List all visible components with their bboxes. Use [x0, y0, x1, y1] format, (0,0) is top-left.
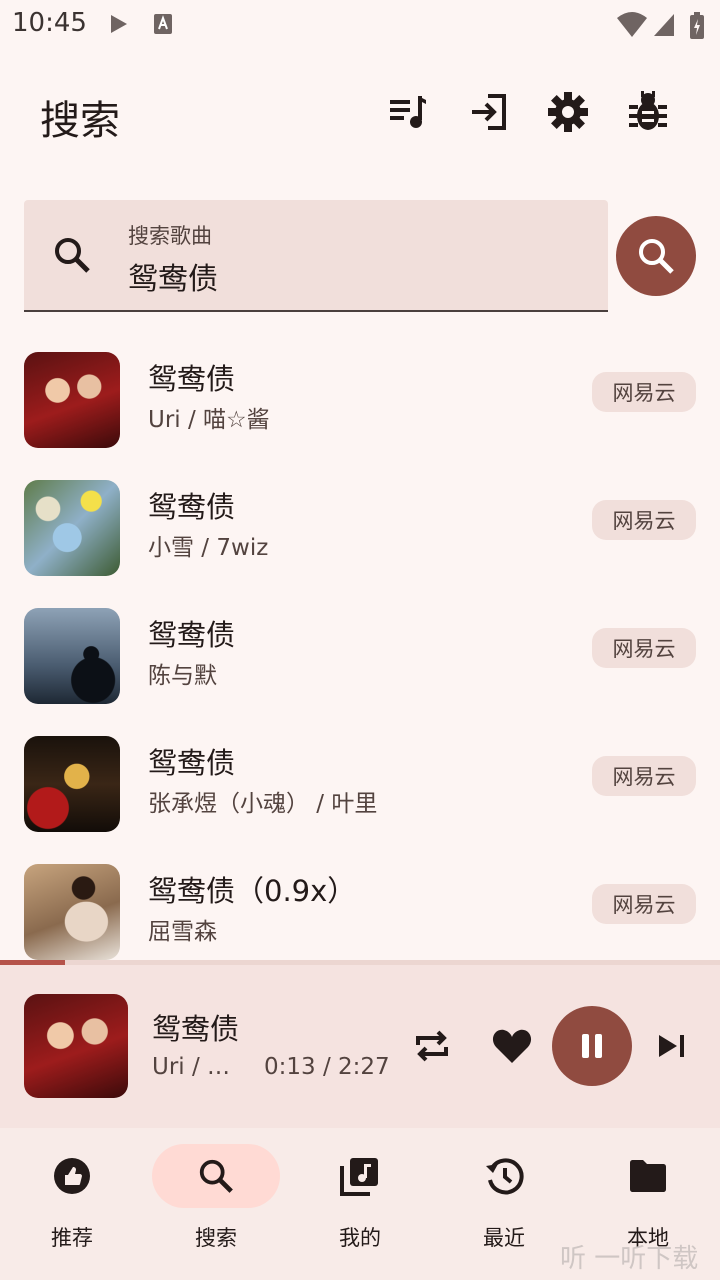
song-title: 鸳鸯债: [148, 746, 236, 780]
now-playing-cover: [24, 994, 128, 1098]
search-icon: [199, 1159, 233, 1193]
gear-icon: [548, 92, 588, 132]
progress-track[interactable]: [0, 960, 720, 965]
nav-label: 搜索: [195, 1226, 237, 1250]
source-badge: 网易云: [592, 628, 696, 668]
song-artist: 陈与默: [148, 663, 217, 689]
favorite-button[interactable]: [490, 1024, 534, 1068]
a-notification-icon: [154, 14, 172, 34]
nav-indicator-active: [152, 1144, 280, 1208]
nav-indicator: [584, 1144, 712, 1208]
song-row[interactable]: 鸳鸯债 Uri / 喵☆酱 网易云: [0, 336, 720, 464]
skip-next-icon: [659, 1035, 684, 1057]
settings-button[interactable]: [546, 90, 590, 134]
repeat-button[interactable]: [410, 1026, 454, 1066]
cell-signal-icon: [654, 14, 674, 36]
search-field[interactable]: 搜索歌曲 鸳鸯债: [24, 200, 608, 312]
song-artist: 小雪 / 7wiz: [148, 535, 269, 561]
album-cover: [24, 864, 120, 960]
mini-player[interactable]: 鸳鸯债 Uri / … 0:13 / 2:27: [0, 960, 720, 1128]
album-cover: [24, 608, 120, 704]
source-badge: 网易云: [592, 884, 696, 924]
song-title: 鸳鸯债: [148, 362, 236, 396]
folder-icon: [630, 1160, 666, 1192]
song-artist: Uri / 喵☆酱: [148, 407, 270, 433]
battery-charging-icon: [690, 12, 704, 39]
repeat-icon: [416, 1030, 448, 1062]
status-bar: 10:45: [0, 0, 720, 50]
nav-label: 推荐: [51, 1226, 93, 1250]
album-cover: [24, 352, 120, 448]
now-playing-title: 鸳鸯债: [152, 1012, 240, 1046]
album-cover: [24, 736, 120, 832]
search-icon: [55, 238, 90, 273]
song-artist: 张承煜（小魂） / 叶里: [148, 791, 378, 817]
song-artist: 屈雪森: [148, 919, 217, 945]
now-playing-time: 0:13 / 2:27: [264, 1054, 390, 1080]
nav-search[interactable]: 搜索: [144, 1128, 288, 1280]
login-button[interactable]: [466, 90, 510, 134]
watermark: 听 一听下载: [560, 1244, 699, 1274]
album-cover: [24, 480, 120, 576]
nav-indicator: [8, 1144, 136, 1208]
song-title: 鸳鸯债: [148, 490, 236, 524]
next-button[interactable]: [652, 1026, 692, 1066]
song-row[interactable]: 鸳鸯债 陈与默 网易云: [0, 592, 720, 720]
thumb-up-icon: [54, 1158, 90, 1194]
page-title: 搜索: [40, 98, 120, 144]
library-music-icon: [340, 1158, 378, 1196]
history-icon: [486, 1158, 524, 1195]
nav-indicator: [296, 1144, 424, 1208]
search-submit-button[interactable]: [616, 216, 696, 296]
now-playing-artist: Uri / …: [152, 1054, 231, 1080]
pause-button[interactable]: [552, 1006, 632, 1086]
song-row[interactable]: 鸳鸯债 小雪 / 7wiz 网易云: [0, 464, 720, 592]
song-row[interactable]: 鸳鸯债 张承煜（小魂） / 叶里 网易云: [0, 720, 720, 848]
song-title: 鸳鸯债（0.9x）: [148, 874, 357, 908]
nav-indicator: [440, 1144, 568, 1208]
search-input[interactable]: 鸳鸯债: [128, 254, 218, 298]
source-badge: 网易云: [592, 756, 696, 796]
heart-icon: [492, 1029, 532, 1063]
song-row[interactable]: 鸳鸯债（0.9x） 屈雪森 网易云: [0, 848, 720, 976]
wifi-icon: [617, 12, 647, 37]
status-time: 10:45: [12, 8, 87, 38]
play-store-icon: [111, 15, 127, 33]
progress-fill: [0, 960, 65, 965]
playlist-button[interactable]: [386, 90, 430, 134]
debug-button[interactable]: [626, 90, 670, 134]
pause-icon: [582, 1034, 602, 1058]
source-badge: 网易云: [592, 500, 696, 540]
nav-label: 我的: [339, 1226, 381, 1250]
nav-mine[interactable]: 我的: [288, 1128, 432, 1280]
bug-icon: [629, 91, 667, 130]
playlist-music-icon: [390, 96, 426, 128]
song-title: 鸳鸯债: [148, 618, 236, 652]
nav-label: 最近: [483, 1226, 525, 1250]
nav-recommend[interactable]: 推荐: [0, 1128, 144, 1280]
source-badge: 网易云: [592, 372, 696, 412]
nav-recent[interactable]: 最近: [432, 1128, 576, 1280]
login-icon: [472, 94, 506, 130]
search-label: 搜索歌曲: [128, 224, 212, 248]
search-icon: [639, 239, 674, 274]
